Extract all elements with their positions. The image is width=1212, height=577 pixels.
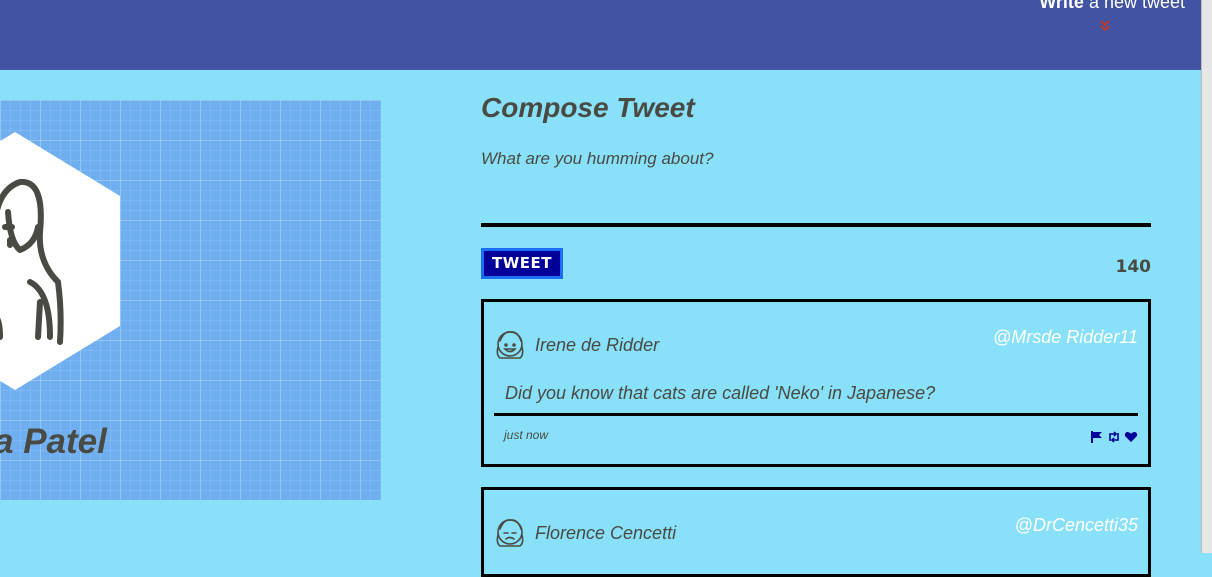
char-counter: 140 [1115, 257, 1152, 277]
tweet-divider [494, 413, 1138, 416]
scrollbar-thumb[interactable] [1201, 0, 1212, 553]
write-bold: Write [1039, 0, 1084, 12]
write-new-tweet-link[interactable]: Write a new tweet [1039, 0, 1185, 13]
woman-avatar-icon [0, 132, 120, 390]
tweet-author-handle[interactable]: @DrCencetti35 [1015, 515, 1138, 536]
tweet-author-handle[interactable]: @Mrsde Ridder11 [993, 327, 1138, 348]
user-avatar-icon [496, 519, 524, 547]
compose-underline [481, 223, 1151, 227]
compose-input[interactable]: What are you humming about? [481, 149, 713, 169]
tweet-text: Did you know that cats are called 'Neko'… [505, 383, 936, 403]
tweet-author-name[interactable]: Irene de Ridder [535, 335, 659, 356]
tweet-card: Florence Cencetti @DrCencetti35 [481, 487, 1151, 577]
flag-icon[interactable] [1090, 430, 1104, 444]
top-nav: Write a new tweet [0, 0, 1201, 70]
write-rest: a new tweet [1083, 0, 1185, 12]
double-chevron-down-icon[interactable] [1097, 18, 1113, 34]
profile-name: a Patel [0, 422, 107, 461]
retweet-icon[interactable] [1107, 430, 1121, 444]
tweet-actions [1090, 430, 1138, 444]
profile-card: a Patel [0, 100, 381, 500]
tweet-author-name[interactable]: Florence Cencetti [535, 523, 676, 544]
tweet-card: Irene de Ridder @Mrsde Ridder11 Did you … [481, 299, 1151, 467]
tweet-button-label: TWEET [484, 251, 560, 276]
user-avatar-icon [496, 331, 524, 359]
tweet-timestamp: just now [504, 428, 549, 442]
compose-title: Compose Tweet [481, 92, 695, 123]
tweet-button[interactable]: TWEET [481, 248, 563, 279]
heart-icon[interactable] [1124, 430, 1138, 444]
